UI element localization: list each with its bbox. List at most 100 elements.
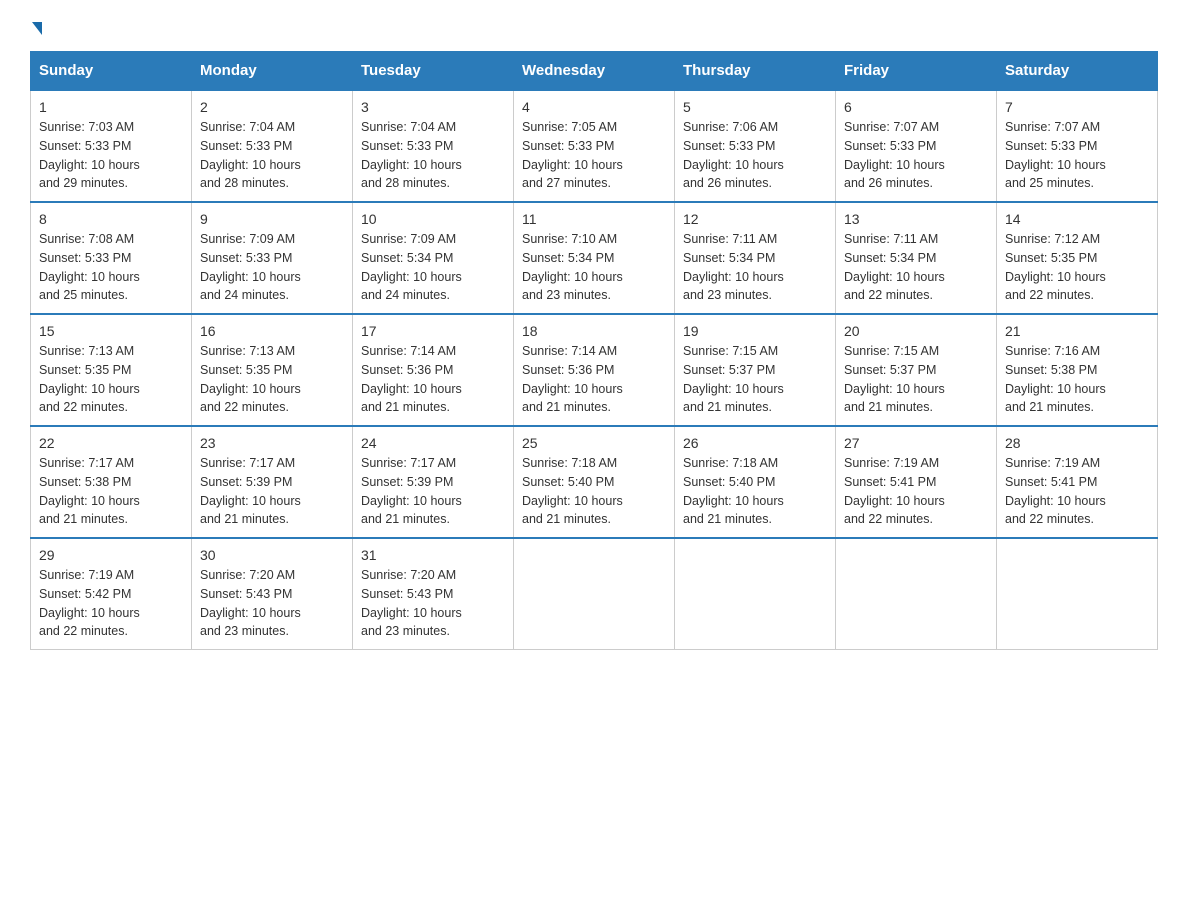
- day-info: Sunrise: 7:06 AMSunset: 5:33 PMDaylight:…: [683, 118, 827, 193]
- day-info: Sunrise: 7:19 AMSunset: 5:41 PMDaylight:…: [1005, 454, 1149, 529]
- day-info: Sunrise: 7:03 AMSunset: 5:33 PMDaylight:…: [39, 118, 183, 193]
- day-info: Sunrise: 7:11 AMSunset: 5:34 PMDaylight:…: [844, 230, 988, 305]
- day-info: Sunrise: 7:18 AMSunset: 5:40 PMDaylight:…: [522, 454, 666, 529]
- day-info: Sunrise: 7:10 AMSunset: 5:34 PMDaylight:…: [522, 230, 666, 305]
- day-number: 4: [522, 99, 666, 115]
- day-info: Sunrise: 7:19 AMSunset: 5:41 PMDaylight:…: [844, 454, 988, 529]
- day-number: 19: [683, 323, 827, 339]
- day-info: Sunrise: 7:04 AMSunset: 5:33 PMDaylight:…: [361, 118, 505, 193]
- calendar-cell: 18 Sunrise: 7:14 AMSunset: 5:36 PMDayligh…: [514, 314, 675, 426]
- day-info: Sunrise: 7:07 AMSunset: 5:33 PMDaylight:…: [1005, 118, 1149, 193]
- day-number: 12: [683, 211, 827, 227]
- day-number: 1: [39, 99, 183, 115]
- calendar-cell: [836, 538, 997, 650]
- day-number: 21: [1005, 323, 1149, 339]
- day-info: Sunrise: 7:20 AMSunset: 5:43 PMDaylight:…: [200, 566, 344, 641]
- day-number: 16: [200, 323, 344, 339]
- day-number: 27: [844, 435, 988, 451]
- day-number: 17: [361, 323, 505, 339]
- day-info: Sunrise: 7:15 AMSunset: 5:37 PMDaylight:…: [844, 342, 988, 417]
- day-number: 29: [39, 547, 183, 563]
- day-info: Sunrise: 7:18 AMSunset: 5:40 PMDaylight:…: [683, 454, 827, 529]
- day-number: 26: [683, 435, 827, 451]
- day-number: 11: [522, 211, 666, 227]
- calendar-cell: 28Sunrise: 7:19 AMSunset: 5:41 PMDayligh…: [997, 426, 1158, 538]
- day-info: Sunrise: 7:17 AMSunset: 5:39 PMDaylight:…: [361, 454, 505, 529]
- day-info: Sunrise: 7:16 AMSunset: 5:38 PMDaylight:…: [1005, 342, 1149, 417]
- calendar-cell: 15Sunrise: 7:13 AMSunset: 5:35 PMDayligh…: [31, 314, 192, 426]
- header-friday: Friday: [836, 52, 997, 91]
- day-number: 5: [683, 99, 827, 115]
- calendar-cell: 26 Sunrise: 7:18 AMSunset: 5:40 PMDayligh…: [675, 426, 836, 538]
- day-info: Sunrise: 7:17 AMSunset: 5:39 PMDaylight:…: [200, 454, 344, 529]
- day-number: 24: [361, 435, 505, 451]
- calendar-cell: 14Sunrise: 7:12 AMSunset: 5:35 PMDayligh…: [997, 202, 1158, 314]
- day-info: Sunrise: 7:04 AMSunset: 5:33 PMDaylight:…: [200, 118, 344, 193]
- day-number: 2: [200, 99, 344, 115]
- header-tuesday: Tuesday: [353, 52, 514, 91]
- day-info: Sunrise: 7:15 AMSunset: 5:37 PMDaylight:…: [683, 342, 827, 417]
- calendar-header-row: SundayMondayTuesdayWednesdayThursdayFrid…: [31, 52, 1158, 91]
- calendar-cell: 27 Sunrise: 7:19 AMSunset: 5:41 PMDayligh…: [836, 426, 997, 538]
- day-info: Sunrise: 7:07 AMSunset: 5:33 PMDaylight:…: [844, 118, 988, 193]
- header-sunday: Sunday: [31, 52, 192, 91]
- day-number: 9: [200, 211, 344, 227]
- calendar-cell: 13Sunrise: 7:11 AMSunset: 5:34 PMDayligh…: [836, 202, 997, 314]
- header-thursday: Thursday: [675, 52, 836, 91]
- day-info: Sunrise: 7:08 AMSunset: 5:33 PMDaylight:…: [39, 230, 183, 305]
- day-info: Sunrise: 7:13 AMSunset: 5:35 PMDaylight:…: [200, 342, 344, 417]
- calendar-cell: 3 Sunrise: 7:04 AMSunset: 5:33 PMDaylight…: [353, 90, 514, 202]
- calendar-cell: 8 Sunrise: 7:08 AMSunset: 5:33 PMDaylight…: [31, 202, 192, 314]
- calendar-cell: [514, 538, 675, 650]
- calendar-cell: 12 Sunrise: 7:11 AMSunset: 5:34 PMDayligh…: [675, 202, 836, 314]
- calendar-cell: 25 Sunrise: 7:18 AMSunset: 5:40 PMDayligh…: [514, 426, 675, 538]
- calendar-cell: 21 Sunrise: 7:16 AMSunset: 5:38 PMDayligh…: [997, 314, 1158, 426]
- calendar-cell: 2 Sunrise: 7:04 AMSunset: 5:33 PMDaylight…: [192, 90, 353, 202]
- calendar-cell: 24 Sunrise: 7:17 AMSunset: 5:39 PMDayligh…: [353, 426, 514, 538]
- logo: [30, 20, 42, 35]
- page-header: [30, 20, 1158, 35]
- day-info: Sunrise: 7:05 AMSunset: 5:33 PMDaylight:…: [522, 118, 666, 193]
- day-number: 7: [1005, 99, 1149, 115]
- day-number: 23: [200, 435, 344, 451]
- calendar-cell: 17 Sunrise: 7:14 AMSunset: 5:36 PMDayligh…: [353, 314, 514, 426]
- day-info: Sunrise: 7:19 AMSunset: 5:42 PMDaylight:…: [39, 566, 183, 641]
- calendar-cell: 30 Sunrise: 7:20 AMSunset: 5:43 PMDayligh…: [192, 538, 353, 650]
- calendar-cell: 11 Sunrise: 7:10 AMSunset: 5:34 PMDayligh…: [514, 202, 675, 314]
- calendar-cell: 22 Sunrise: 7:17 AMSunset: 5:38 PMDayligh…: [31, 426, 192, 538]
- day-number: 30: [200, 547, 344, 563]
- day-number: 3: [361, 99, 505, 115]
- day-info: Sunrise: 7:09 AMSunset: 5:33 PMDaylight:…: [200, 230, 344, 305]
- calendar-cell: 6 Sunrise: 7:07 AMSunset: 5:33 PMDaylight…: [836, 90, 997, 202]
- day-info: Sunrise: 7:14 AMSunset: 5:36 PMDaylight:…: [522, 342, 666, 417]
- calendar-cell: 29 Sunrise: 7:19 AMSunset: 5:42 PMDayligh…: [31, 538, 192, 650]
- calendar-cell: 5 Sunrise: 7:06 AMSunset: 5:33 PMDaylight…: [675, 90, 836, 202]
- calendar-cell: 7 Sunrise: 7:07 AMSunset: 5:33 PMDaylight…: [997, 90, 1158, 202]
- day-info: Sunrise: 7:20 AMSunset: 5:43 PMDaylight:…: [361, 566, 505, 641]
- day-number: 15: [39, 323, 183, 339]
- day-number: 18: [522, 323, 666, 339]
- day-number: 8: [39, 211, 183, 227]
- calendar-cell: [675, 538, 836, 650]
- week-row-5: 29 Sunrise: 7:19 AMSunset: 5:42 PMDayligh…: [31, 538, 1158, 650]
- calendar-cell: [997, 538, 1158, 650]
- calendar-cell: 4 Sunrise: 7:05 AMSunset: 5:33 PMDaylight…: [514, 90, 675, 202]
- calendar-cell: 19 Sunrise: 7:15 AMSunset: 5:37 PMDayligh…: [675, 314, 836, 426]
- day-info: Sunrise: 7:17 AMSunset: 5:38 PMDaylight:…: [39, 454, 183, 529]
- day-number: 31: [361, 547, 505, 563]
- day-number: 10: [361, 211, 505, 227]
- day-info: Sunrise: 7:14 AMSunset: 5:36 PMDaylight:…: [361, 342, 505, 417]
- day-info: Sunrise: 7:11 AMSunset: 5:34 PMDaylight:…: [683, 230, 827, 305]
- calendar-table: SundayMondayTuesdayWednesdayThursdayFrid…: [30, 51, 1158, 650]
- day-number: 20: [844, 323, 988, 339]
- calendar-cell: 9 Sunrise: 7:09 AMSunset: 5:33 PMDaylight…: [192, 202, 353, 314]
- calendar-cell: 16 Sunrise: 7:13 AMSunset: 5:35 PMDayligh…: [192, 314, 353, 426]
- week-row-1: 1 Sunrise: 7:03 AMSunset: 5:33 PMDaylight…: [31, 90, 1158, 202]
- day-number: 22: [39, 435, 183, 451]
- day-number: 6: [844, 99, 988, 115]
- calendar-cell: 20 Sunrise: 7:15 AMSunset: 5:37 PMDayligh…: [836, 314, 997, 426]
- header-saturday: Saturday: [997, 52, 1158, 91]
- header-monday: Monday: [192, 52, 353, 91]
- week-row-3: 15 Sunrise: 7:13 AMSunset: 5:35 PMDayligh…: [31, 314, 1158, 426]
- day-number: 25: [522, 435, 666, 451]
